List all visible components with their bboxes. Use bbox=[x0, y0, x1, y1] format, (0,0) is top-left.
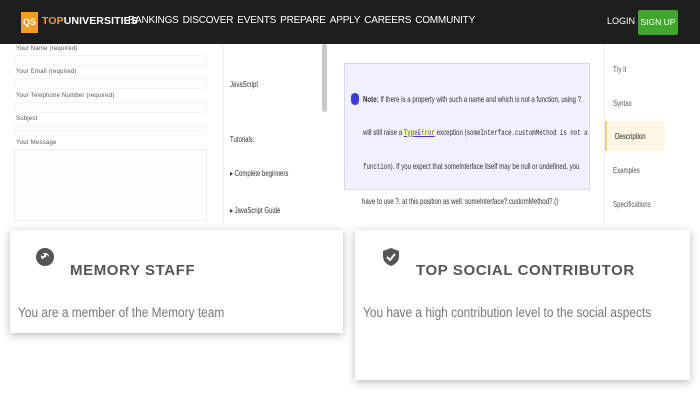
column-divider bbox=[223, 44, 224, 224]
toc-label: Specifications bbox=[613, 199, 651, 209]
main-menu: RANKINGS DISCOVER EVENTS PREPARE APPLY C… bbox=[128, 15, 475, 26]
toc-specifications[interactable]: Specifications bbox=[605, 189, 665, 219]
name-field[interactable] bbox=[14, 55, 207, 66]
nav-apply[interactable]: APPLY bbox=[330, 15, 361, 26]
note-code-1: someInterface.customMethod is not a bbox=[466, 129, 588, 138]
logo-rest-text: UNIVERSITIES bbox=[63, 15, 138, 27]
toc-try-it[interactable]: Try it bbox=[605, 54, 665, 84]
note-callout: Note: If there is a property with such a… bbox=[344, 63, 590, 190]
background-content: Your Name (required) Your Email (require… bbox=[0, 44, 700, 224]
note-text-2a: will still raise a bbox=[363, 127, 403, 137]
qs-logo-badge[interactable]: QS bbox=[21, 12, 38, 33]
note-text-3: ). If you expect that someInterface itse… bbox=[390, 161, 580, 171]
card-title: MEMORY STAFF bbox=[70, 262, 196, 279]
card-description: You are a member of the Memory team bbox=[18, 305, 225, 320]
subject-label: Subject bbox=[16, 116, 38, 122]
toc-description[interactable]: Description bbox=[605, 121, 665, 151]
shield-check-icon bbox=[383, 248, 399, 266]
typeerror-link[interactable]: TypeError bbox=[403, 129, 435, 138]
table-of-contents: Try it Syntax Description Examples Speci… bbox=[604, 44, 700, 224]
sidebar-tutorials: Tutorials: bbox=[230, 135, 255, 144]
message-label: Your Message bbox=[16, 140, 57, 146]
toc-label: Try it bbox=[613, 64, 627, 74]
note-text-1: If there is a property with such a name … bbox=[380, 94, 583, 104]
phone-field[interactable] bbox=[14, 102, 207, 113]
nav-events[interactable]: EVENTS bbox=[237, 15, 276, 26]
toc-label: Description bbox=[615, 131, 646, 141]
phone-label: Your Telephone Number (required) bbox=[16, 93, 115, 99]
toc-syntax[interactable]: Syntax bbox=[605, 88, 665, 118]
card-title: TOP SOCIAL CONTRIBUTOR bbox=[416, 262, 635, 279]
toc-examples[interactable]: Examples bbox=[605, 155, 665, 185]
note-text-2b: exception ( bbox=[436, 127, 467, 137]
sidebar-item-beginners[interactable]: ▸ Complete beginners bbox=[230, 169, 288, 178]
toc-label: Examples bbox=[613, 165, 640, 175]
note-line-3: function). If you expect that someInterf… bbox=[363, 161, 579, 172]
email-label: Your Email (required) bbox=[16, 69, 77, 75]
note-line-2: will still raise a TypeError exception (… bbox=[363, 127, 588, 138]
note-code-2: function bbox=[363, 163, 391, 172]
nav-rankings[interactable]: RANKINGS bbox=[128, 15, 179, 26]
signup-button[interactable]: SIGN UP bbox=[638, 10, 678, 35]
name-label: Your Name (required) bbox=[16, 46, 78, 52]
topuniversities-logo[interactable]: TOPUNIVERSITIES bbox=[42, 15, 138, 27]
paragraph-after-note: have to use ?. at this position as well:… bbox=[362, 196, 559, 206]
sidebar-item-guide[interactable]: ▸ JavaScript Guide bbox=[230, 206, 280, 215]
info-icon bbox=[351, 93, 359, 105]
logo-top-text: TOP bbox=[42, 15, 64, 27]
nav-discover[interactable]: DISCOVER bbox=[183, 15, 234, 26]
subject-field[interactable] bbox=[14, 125, 207, 136]
note-label: Note: bbox=[363, 94, 379, 104]
nav-prepare[interactable]: PREPARE bbox=[280, 15, 326, 26]
message-textarea[interactable] bbox=[14, 149, 207, 221]
toc-label: Syntax bbox=[613, 98, 632, 108]
note-line-1: Note: If there is a property with such a… bbox=[363, 94, 583, 104]
nav-community[interactable]: COMMUNITY bbox=[415, 15, 475, 26]
email-field[interactable] bbox=[14, 78, 207, 89]
nav-careers[interactable]: CAREERS bbox=[364, 15, 411, 26]
badge-card-top-social-contributor[interactable]: TOP SOCIAL CONTRIBUTOR You have a high c… bbox=[355, 230, 690, 380]
top-navbar: QS TOPUNIVERSITIES RANKINGS DISCOVER EVE… bbox=[0, 0, 700, 44]
brain-icon bbox=[36, 248, 54, 266]
card-description: You have a high contribution level to th… bbox=[363, 305, 652, 320]
badge-card-memory-staff[interactable]: MEMORY STAFF You are a member of the Mem… bbox=[10, 230, 343, 333]
sidebar-heading[interactable]: JavaScript bbox=[230, 80, 258, 89]
login-link[interactable]: LOGIN bbox=[607, 16, 635, 26]
scrollbar-thumb[interactable] bbox=[322, 44, 327, 112]
